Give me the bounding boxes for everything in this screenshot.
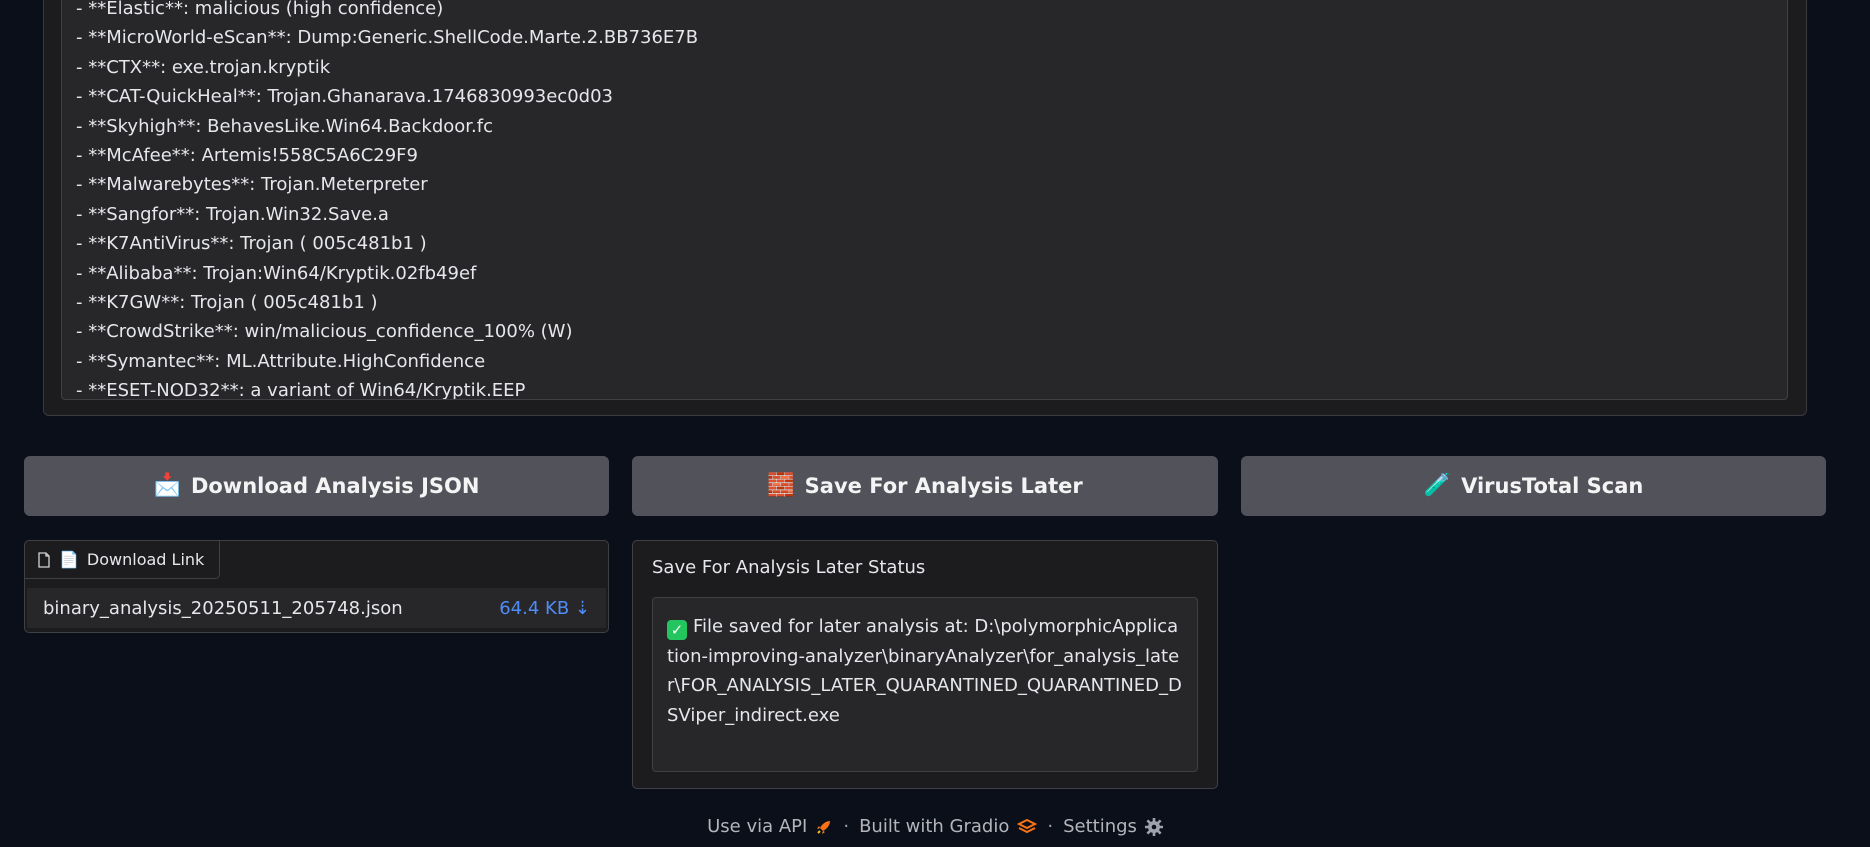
save-status-title: Save For Analysis Later Status [652,557,926,578]
file-icon [38,551,50,568]
av-result-line: - **K7GW**: Trojan ( 005c481b1 ) [76,292,378,314]
settings-link[interactable]: Settings [1063,816,1163,837]
virustotal-scan-label: VirusTotal Scan [1461,474,1644,498]
av-results-list: - **Elastic**: malicious (high confidenc… [76,0,1777,400]
footer-separator: · [1047,816,1054,837]
use-via-api-link[interactable]: Use via API [707,816,833,837]
download-analysis-json-button[interactable]: 📩 Download Analysis JSON [24,456,609,516]
av-result-line: - **Sangfor**: Trojan.Win32.Save.a [76,203,389,225]
save-for-analysis-later-label: Save For Analysis Later [804,474,1083,498]
footer: Use via API · Built with Gradio · Settin… [0,816,1870,837]
gear-icon [1144,817,1163,836]
brick-icon: 🧱 [767,473,795,498]
av-result-line: - **Elastic**: malicious (high confidenc… [76,0,444,19]
download-file-row[interactable]: binary_analysis_20250511_205748.json 64.… [27,588,606,628]
settings-label: Settings [1063,816,1137,837]
av-result-line: - **Skyhigh**: BehavesLike.Win64.Backdoo… [76,115,493,137]
download-filename: binary_analysis_20250511_205748.json [43,597,403,619]
virustotal-scan-button[interactable]: 🧪 VirusTotal Scan [1241,456,1826,516]
save-status-component: Save For Analysis Later Status ✓ File sav… [632,540,1218,789]
page-facing-up-icon: 📄 [59,550,79,569]
download-link-text: Download Link [86,550,205,569]
av-result-line: - **CAT-QuickHeal**: Trojan.Ghanarava.17… [76,86,613,108]
use-via-api-label: Use via API [707,816,808,837]
footer-separator: · [843,816,850,837]
download-analysis-json-label: Download Analysis JSON [190,474,480,498]
download-size-link[interactable]: 64.4 KB ⇣ [499,598,590,619]
built-with-gradio-label: Built with Gradio [859,816,1010,837]
inbox-tray-icon: 📩 [153,473,181,498]
av-result-line: - **MicroWorld-eScan**: Dump:Generic.She… [76,27,699,49]
av-result-line: - **Symantec**: ML.Attribute.HighConfide… [76,350,486,372]
save-status-message: File saved for later analysis at: D:\pol… [667,616,1182,726]
built-with-gradio-link[interactable]: Built with Gradio [859,816,1038,837]
gradio-logo-icon [1017,818,1038,833]
av-result-line: - **ESET-NOD32**: a variant of Win64/Kry… [76,380,526,400]
save-for-analysis-later-button[interactable]: 🧱 Save For Analysis Later [632,456,1218,516]
av-result-line: - **Alibaba**: Trojan:Win64/Kryptik.02fb… [76,262,477,284]
av-result-line: - **CrowdStrike**: win/malicious_confide… [76,321,573,343]
test-tube-icon: 🧪 [1423,473,1452,498]
check-mark-icon: ✓ [667,620,687,640]
av-result-line: - **CTX**: exe.trojan.kryptik [76,56,331,78]
rocket-icon [817,820,831,834]
save-status-textbox[interactable]: ✓ File saved for later analysis at: D:\po… [652,597,1198,772]
av-result-line: - **McAfee**: Artemis!558C5A6C29F9 [76,145,418,167]
download-link-label: 📄 Download Link [25,541,220,579]
av-result-line: - **K7AntiVirus**: Trojan ( 005c481b1 ) [76,233,427,255]
av-result-line: - **Malwarebytes**: Trojan.Meterpreter [76,174,428,196]
download-file-component: 📄 Download Link binary_analysis_20250511… [24,540,609,633]
av-results-textbox[interactable]: - **Elastic**: malicious (high confidenc… [61,0,1788,400]
